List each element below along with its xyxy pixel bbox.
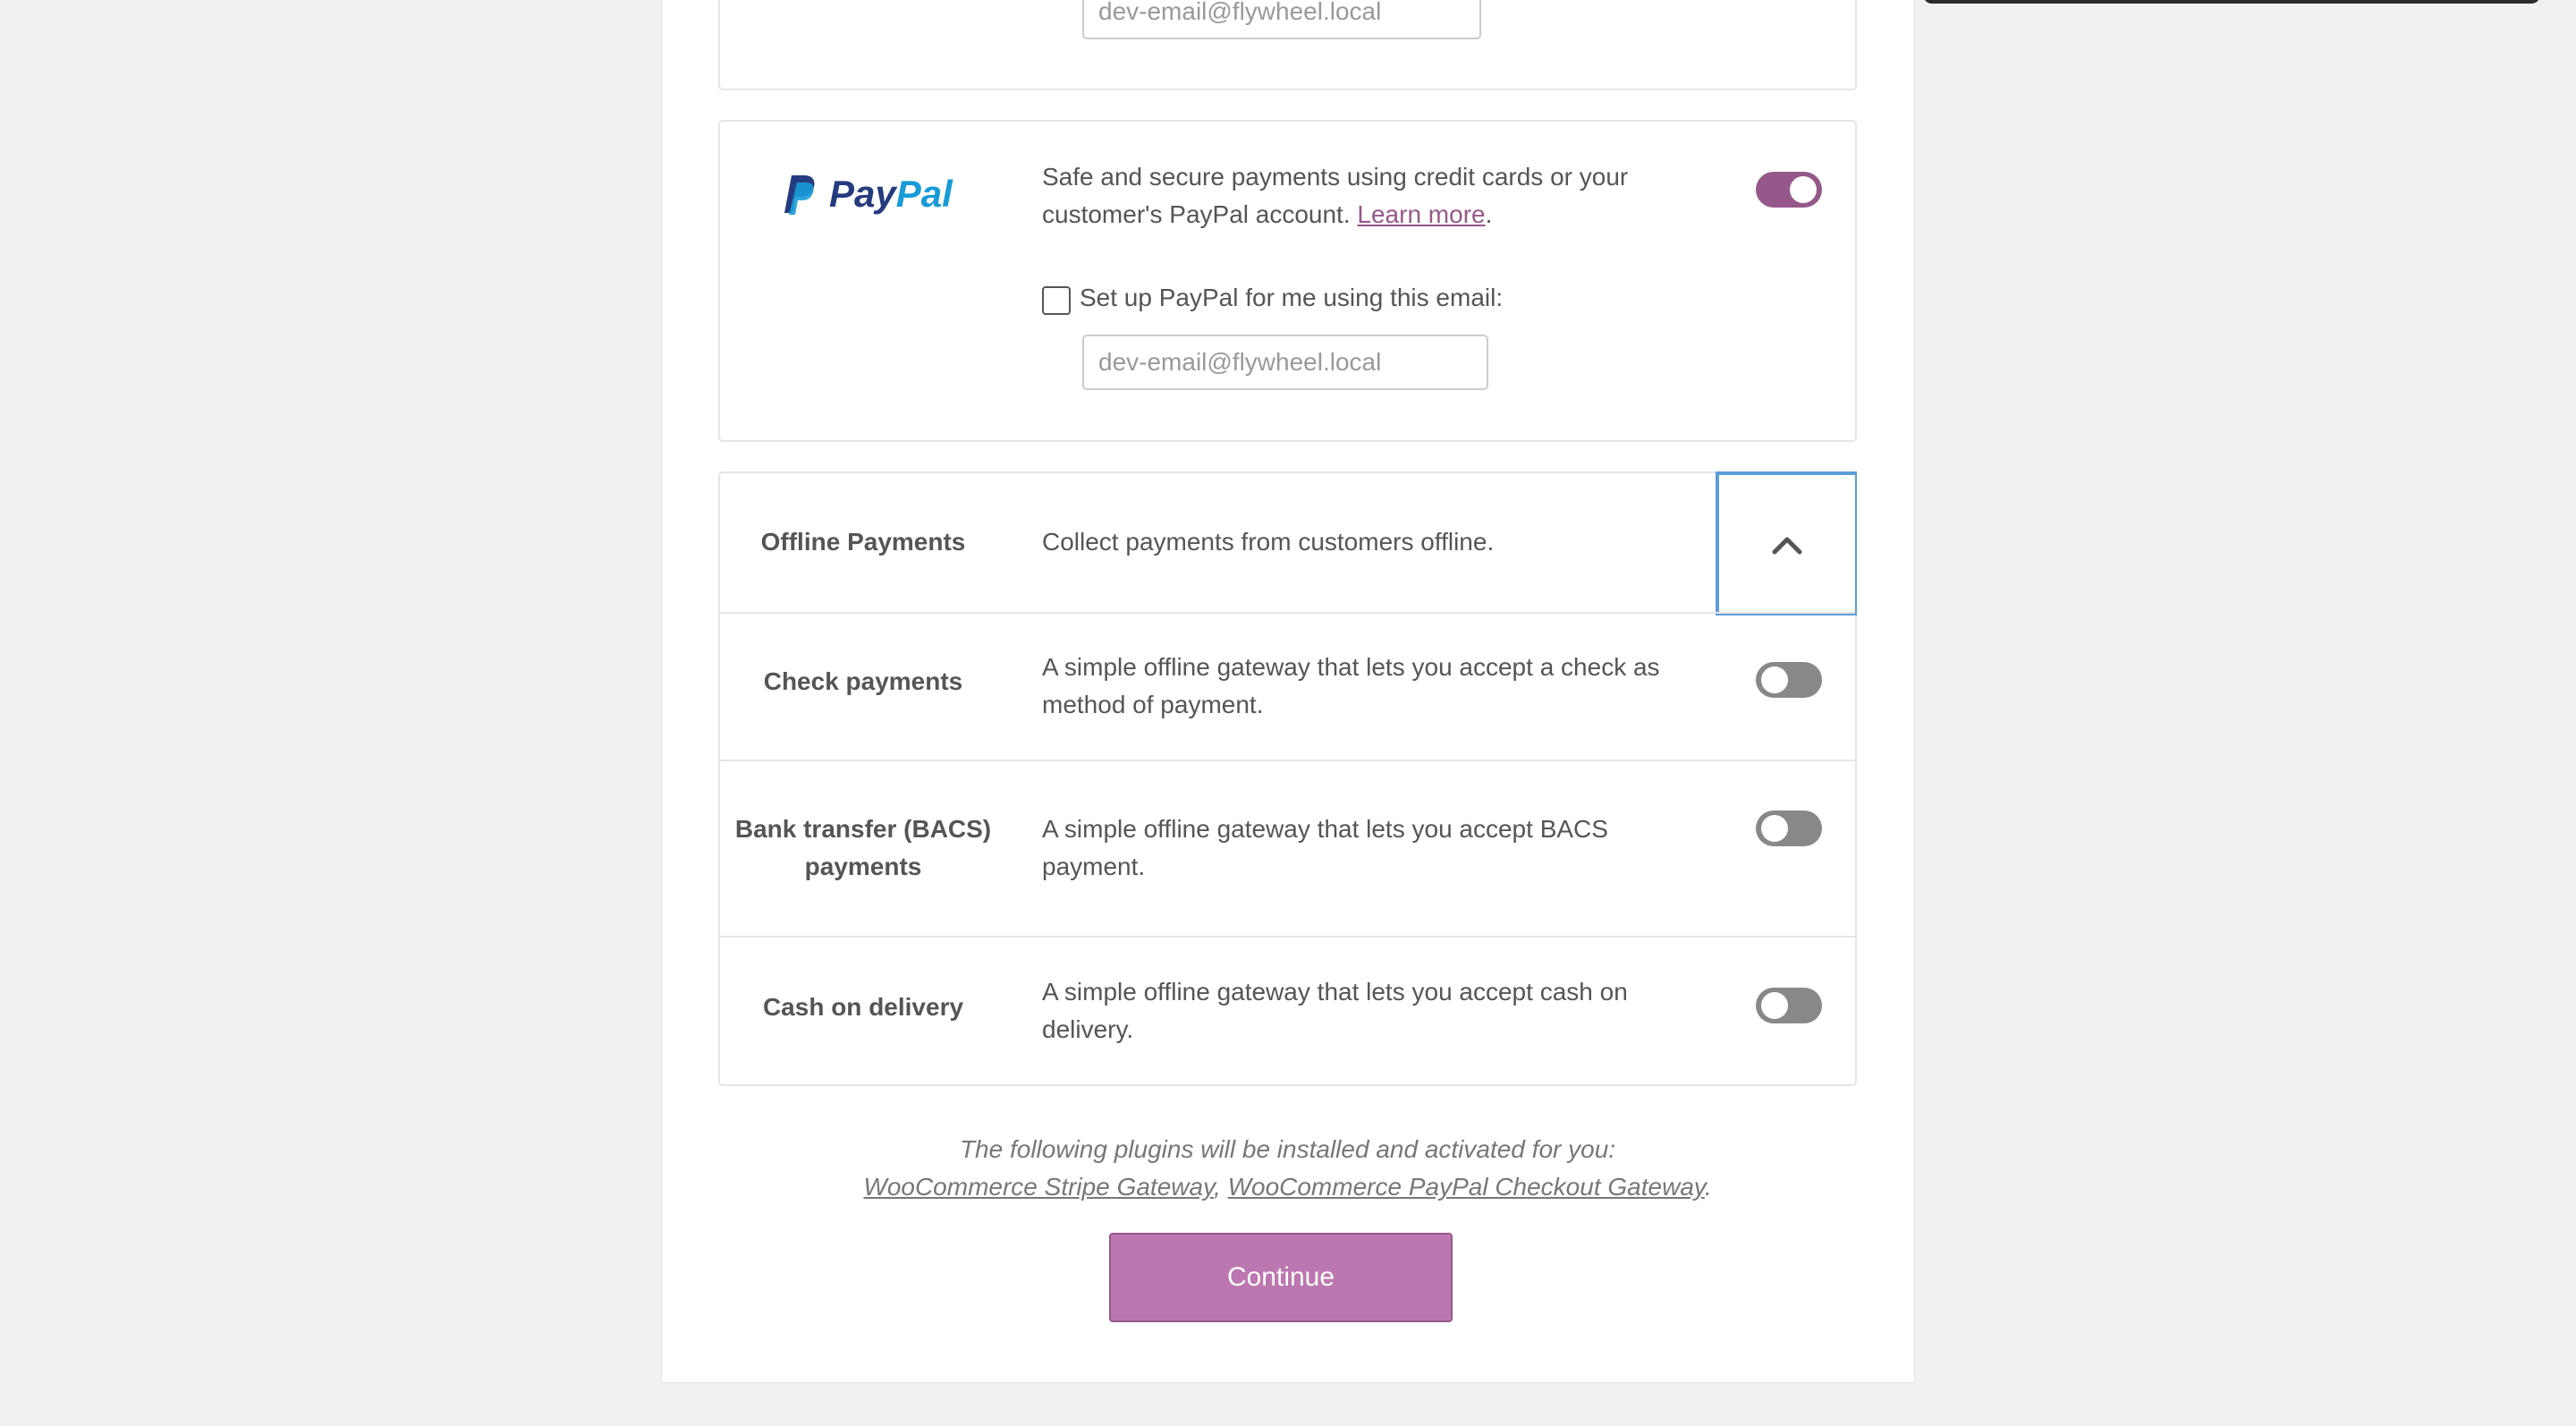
chevron-up-icon	[1772, 537, 1802, 554]
cash-on-delivery-description-line2: delivery.	[1042, 1015, 1134, 1043]
paypal-enable-toggle[interactable]	[1756, 172, 1822, 208]
stripe-email-field[interactable]	[1082, 0, 1481, 39]
bank-transfer-description-line2: payment.	[1042, 853, 1146, 880]
overlay-panel-edge	[1923, 0, 2540, 4]
bank-transfer-title-line1: Bank transfer (BACS)	[734, 815, 992, 843]
plugins-separator: ,	[1214, 1173, 1221, 1201]
check-payments-description: A simple offline gateway that lets you a…	[1042, 649, 1660, 724]
bank-transfer-title: Bank transfer (BACS) payments	[718, 811, 1008, 886]
plugins-install-note: The following plugins will be installed …	[718, 1131, 1857, 1206]
divider	[720, 936, 1855, 938]
cash-on-delivery-description-line1: A simple offline gateway that lets you a…	[1042, 978, 1628, 1006]
plugins-note-text: The following plugins will be installed …	[959, 1135, 1616, 1163]
divider	[720, 760, 1855, 761]
cash-on-delivery-description: A simple offline gateway that lets you a…	[1042, 973, 1628, 1048]
toggle-knob	[1790, 176, 1817, 203]
paypal-logo-pal: Pal	[895, 173, 953, 215]
check-payments-title: Check payments	[763, 667, 963, 695]
paypal-description-line2: customer's PayPal account. Learn more.	[1042, 196, 1628, 233]
bank-transfer-description-line1: A simple offline gateway that lets you a…	[1042, 815, 1608, 843]
toggle-knob	[1761, 992, 1788, 1019]
check-payments-description-line1: A simple offline gateway that lets you a…	[1042, 653, 1660, 681]
check-payments-description-line2: method of payment.	[1042, 691, 1264, 718]
cash-on-delivery-toggle[interactable]	[1756, 988, 1822, 1023]
bank-transfer-description: A simple offline gateway that lets you a…	[1042, 811, 1608, 886]
toggle-knob	[1761, 666, 1788, 693]
check-payments-toggle[interactable]	[1756, 662, 1822, 698]
toggle-knob	[1761, 815, 1788, 842]
bank-transfer-title-line2: payments	[804, 853, 922, 880]
paypal-logo: Pay Pal	[784, 173, 953, 216]
divider	[720, 612, 1855, 614]
paypal-description-line1: Safe and secure payments using credit ca…	[1042, 163, 1629, 191]
paypal-description: Safe and secure payments using credit ca…	[1042, 158, 1628, 233]
paypal-setup-checkbox-label: Set up PayPal for me using this email:	[1080, 284, 1504, 311]
paypal-description-period: .	[1485, 200, 1493, 228]
paypal-p-icon	[784, 175, 815, 215]
offline-collapse-button[interactable]	[1716, 471, 1857, 615]
paypal-email-field[interactable]	[1082, 335, 1488, 390]
continue-button[interactable]: Continue	[1109, 1233, 1453, 1322]
paypal-logo-pay: Pay	[829, 173, 896, 215]
offline-payments-title: Offline Payments	[760, 528, 966, 556]
learn-more-link[interactable]: Learn more	[1357, 200, 1485, 228]
paypal-description-text: customer's PayPal account.	[1042, 200, 1358, 228]
paypal-checkout-gateway-link[interactable]: WooCommerce PayPal Checkout Gateway	[1228, 1173, 1705, 1201]
plugins-end: .	[1704, 1173, 1712, 1201]
offline-payments-description: Collect payments from customers offline.	[1042, 528, 1495, 556]
stripe-gateway-link[interactable]: WooCommerce Stripe Gateway	[863, 1173, 1214, 1201]
bank-transfer-toggle[interactable]	[1756, 811, 1822, 846]
cash-on-delivery-title: Cash on delivery	[762, 993, 964, 1021]
plugins-list: WooCommerce Stripe Gateway, WooCommerce …	[718, 1168, 1857, 1206]
paypal-setup-checkbox[interactable]	[1042, 286, 1071, 315]
